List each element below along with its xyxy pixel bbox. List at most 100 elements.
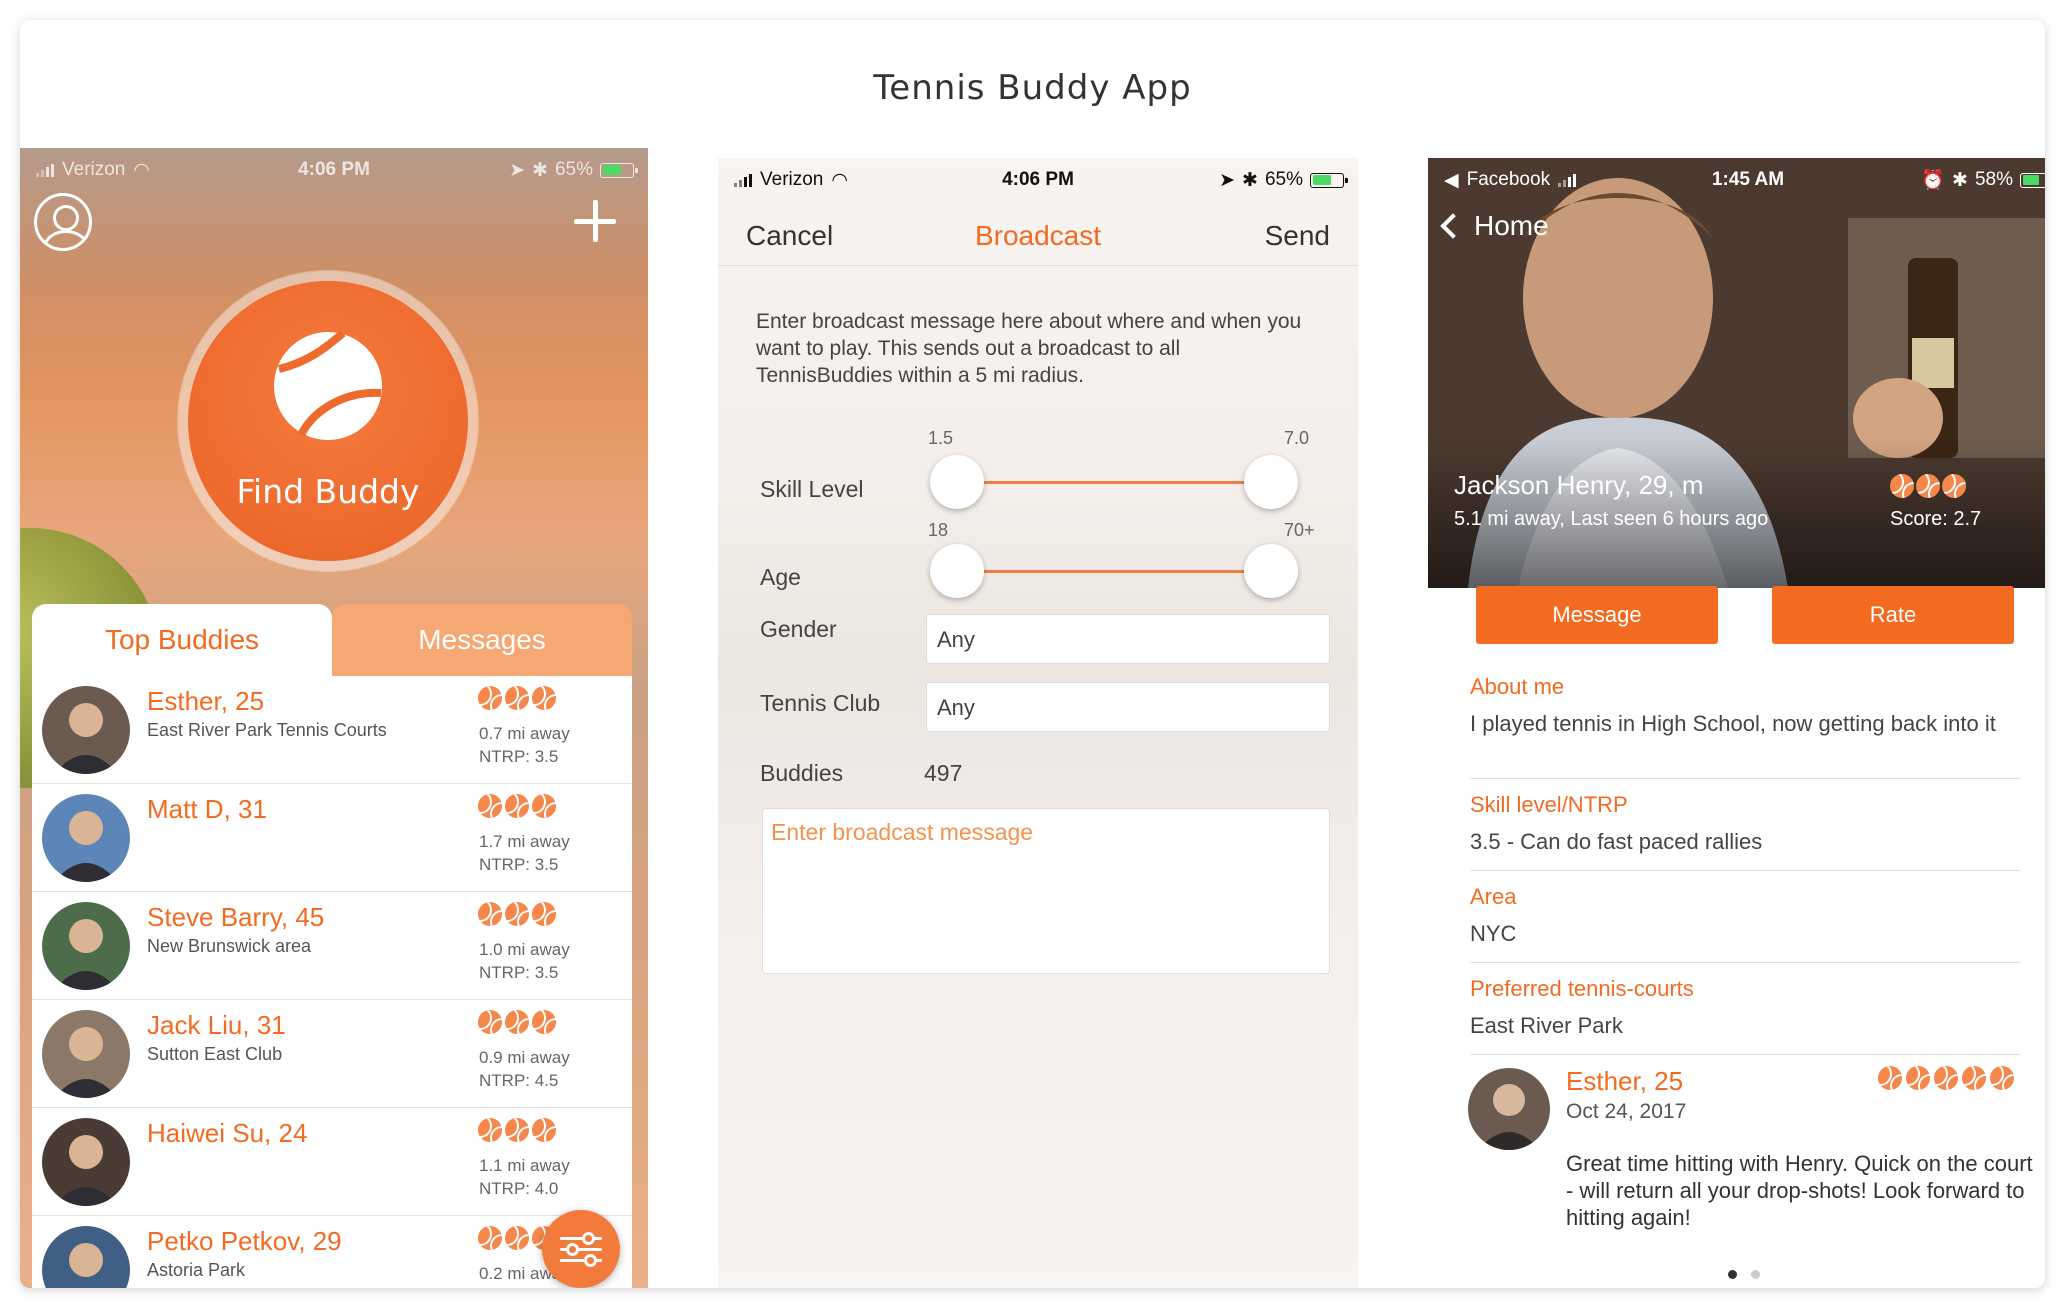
skill-text: 3.5 - Can do fast paced rallies [1470,829,1763,854]
location-icon: ➤ [509,159,526,181]
back-label: Home [1474,210,1549,241]
buddy-ntrp: NTRP: 4.0 [479,1179,559,1198]
buddy-location: Astoria Park [147,1260,246,1280]
profile-meta: 5.1 mi away, Last seen 6 hours ago [1454,508,1769,530]
buddy-avatar [42,1226,130,1288]
tennis-ball-rating-icon [1942,474,1966,498]
page-indicator[interactable] [1728,1270,1760,1279]
reviewer-avatar [1468,1068,1550,1150]
age-min-handle[interactable] [930,544,984,598]
skill-max-label: 7.0 [1284,428,1310,448]
age-max-handle[interactable] [1244,544,1298,598]
bluetooth-icon: ✱ [1242,169,1258,191]
skill-min-handle[interactable] [930,455,984,509]
gender-field[interactable]: Any [926,614,1330,664]
battery-icon [2020,172,2045,188]
status-bar: Verizon ◠ 4:06 PM ➤ ✱ 65% [20,148,648,192]
profile-icon[interactable] [34,193,92,251]
slider-track [960,570,1268,573]
broadcast-screen: Verizon ◠ 4:06 PM ➤ ✱ 65% Cancel Broadca… [718,158,1358,1288]
filter-button[interactable] [542,1210,620,1288]
broadcast-message-input[interactable]: Enter broadcast message [762,808,1330,974]
buddy-rating [478,686,556,710]
age-slider[interactable] [930,541,1298,601]
skill-level-slider[interactable] [930,452,1298,512]
buddy-row[interactable]: Haiwei Su, 24 1.1 mi away NTRP: 4.0 [32,1108,632,1216]
buddy-list: Esther, 25 East River Park Tennis Courts 0… [32,676,632,1288]
buddy-rating [478,794,556,818]
alarm-icon: ⏰ [1921,170,1946,191]
age-max-label: 70+ [1284,520,1315,540]
find-buddy-button[interactable]: Find Buddy [188,281,468,561]
about-heading: About me [1470,674,1565,699]
tennis-club-label: Tennis Club [760,690,881,716]
back-to-app-icon: ◀ [1444,169,1459,191]
message-button[interactable]: Message [1476,586,1718,644]
tennis-ball-rating-icon [1934,1066,1958,1090]
tennis-ball-rating-icon [478,1226,502,1250]
buddy-name: Jack Liu, 31 [147,1010,286,1040]
buddy-name: Petko Petkov, 29 [147,1226,342,1256]
tennis-ball-rating-icon [1878,1066,1902,1090]
send-button[interactable]: Send [1265,220,1330,252]
buddy-row[interactable]: Steve Barry, 45 New Brunswick area 1.0 mi … [32,892,632,1000]
location-icon: ➤ [1219,169,1236,191]
tennis-ball-icon [274,331,382,440]
buddy-row[interactable]: Matt D, 31 1.7 mi away NTRP: 3.5 [32,784,632,892]
wifi-icon: ◠ [831,169,848,191]
battery-percent: 58% [1974,169,2013,190]
tab-top-buddies[interactable]: Top Buddies [32,604,332,676]
area-heading: Area [1470,884,1517,909]
broadcast-navbar: Cancel Broadcast Send [718,206,1358,266]
find-buddy-label: Find Buddy [236,472,420,511]
signal-icon [36,163,54,177]
buddies-label: Buddies [760,760,844,786]
page-dot[interactable] [1751,1270,1760,1279]
courts-heading: Preferred tennis-courts [1470,976,1694,1001]
tennis-ball-rating-icon [505,686,529,710]
buddy-row[interactable]: Esther, 25 East River Park Tennis Courts 0… [32,676,632,784]
gender-label: Gender [760,616,837,642]
buddy-avatar [42,902,130,990]
area-text: NYC [1470,921,1517,946]
buddy-rating [478,1118,556,1142]
add-icon[interactable] [572,198,618,244]
tennis-club-field[interactable]: Any [926,682,1330,732]
buddy-distance-info: 1.7 mi away NTRP: 3.5 [479,830,570,876]
skill-max-handle[interactable] [1244,455,1298,509]
slider-track [960,481,1268,484]
buddy-distance: 1.7 mi away [479,832,570,851]
buddy-avatar [42,686,130,774]
reviewer-name: Esther, 25 [1566,1066,1684,1096]
buddy-distance-info: 1.1 mi away NTRP: 4.0 [479,1154,570,1200]
buddy-rating [478,1010,556,1034]
tab-messages[interactable]: Messages [332,604,632,676]
review-date: Oct 24, 2017 [1566,1100,1687,1123]
battery-icon [600,162,638,178]
page-dot[interactable] [1728,1270,1737,1279]
carrier-label: Verizon [760,169,824,190]
tennis-ball-rating-icon [505,1118,529,1142]
divider [1470,870,2020,871]
buddy-name: Steve Barry, 45 [147,902,325,932]
rate-button[interactable]: Rate [1772,586,2014,644]
buddy-ntrp: NTRP: 3.5 [479,963,559,982]
bluetooth-icon: ✱ [532,159,548,181]
buddy-location: Sutton East Club [147,1044,283,1064]
buddy-row[interactable]: Jack Liu, 31 Sutton East Club 0.9 mi away N… [32,1000,632,1108]
status-bar: Verizon ◠ 4:06 PM ➤ ✱ 65% [718,158,1358,202]
wifi-icon: ◠ [133,159,150,181]
profile-name: Jackson Henry, 29, m [1454,470,1704,500]
back-button[interactable]: Home [1440,210,1549,242]
age-label: Age [760,564,801,590]
buddy-ntrp: NTRP: 4.5 [479,1071,559,1090]
skill-min-label: 1.5 [928,428,954,448]
skill-section: Skill level/NTRP 3.5 - Can do fast paced… [1470,792,2020,855]
buddies-count: 497 [924,760,963,786]
tennis-ball-rating-icon [505,1010,529,1034]
buddy-avatar [42,794,130,882]
divider [1470,1054,2020,1055]
buddy-name: Matt D, 31 [147,794,267,824]
tennis-ball-rating-icon [1990,1066,2014,1090]
cancel-button[interactable]: Cancel [746,220,833,252]
